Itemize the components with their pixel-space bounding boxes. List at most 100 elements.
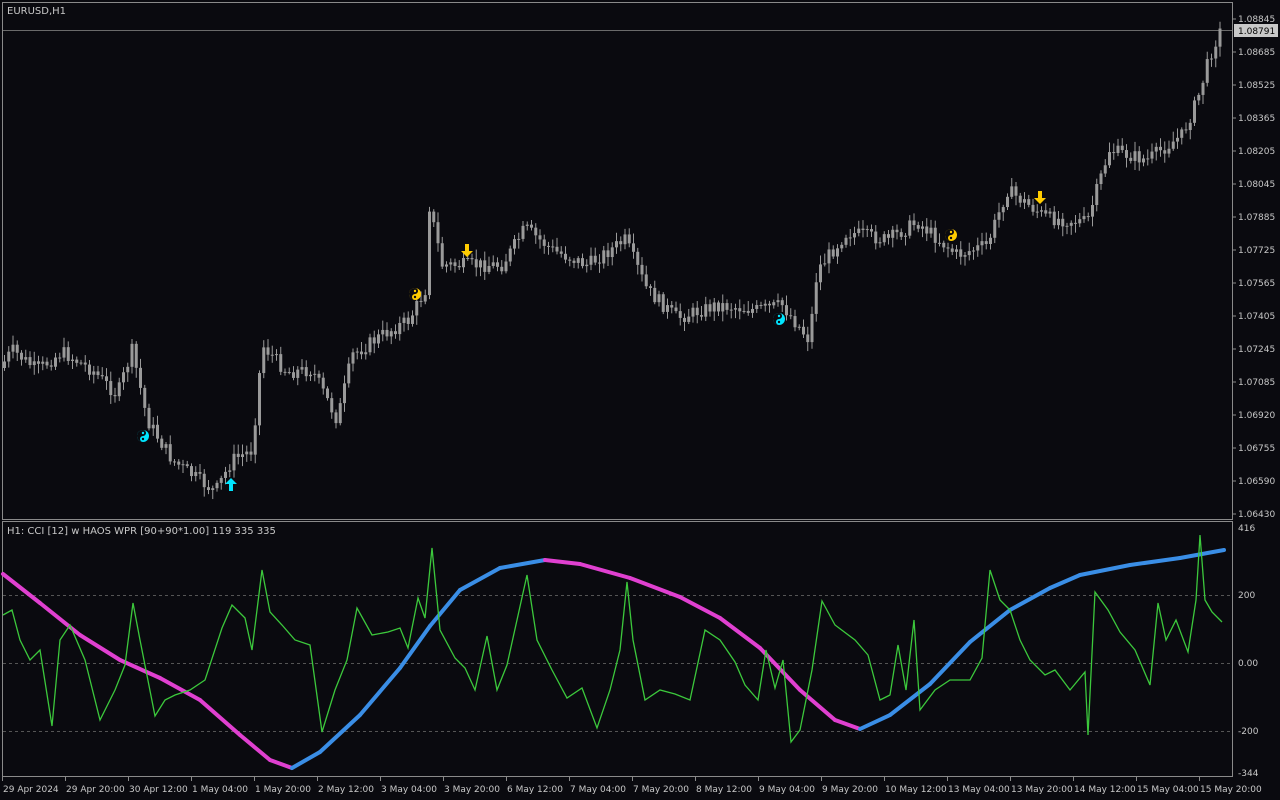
candle-body bbox=[912, 220, 916, 226]
candle-body bbox=[7, 351, 11, 362]
candle-body bbox=[160, 438, 164, 448]
candle-body bbox=[275, 354, 278, 356]
candle-body bbox=[100, 375, 104, 377]
candle-body bbox=[606, 250, 610, 258]
price-label: 1.07565 bbox=[1238, 279, 1275, 289]
candle-body bbox=[75, 359, 79, 363]
candle-body bbox=[71, 359, 74, 361]
candle-body bbox=[394, 331, 397, 335]
candle-body bbox=[1163, 150, 1167, 154]
candle-body bbox=[1184, 129, 1188, 131]
time-label: 29 Apr 20:00 bbox=[66, 785, 125, 795]
chart-canvas[interactable]: 1.08845 1.08685 1.08525 1.08365 1.08205 1.080… bbox=[0, 0, 1280, 800]
candle-body bbox=[1218, 28, 1222, 47]
candle-body bbox=[1125, 150, 1128, 158]
candle-body bbox=[874, 231, 878, 244]
candle-body bbox=[538, 235, 542, 240]
candle-body bbox=[1210, 58, 1213, 60]
candle-body bbox=[156, 424, 159, 439]
candle-body bbox=[653, 287, 657, 303]
candle-body bbox=[674, 307, 678, 312]
candle-body bbox=[508, 248, 512, 262]
candle-body bbox=[793, 316, 797, 328]
candle-body bbox=[619, 241, 623, 245]
candle-body bbox=[1188, 122, 1192, 131]
time-label: 7 May 04:00 bbox=[570, 785, 626, 795]
candle-body bbox=[1031, 204, 1035, 212]
candle-body bbox=[500, 266, 504, 272]
candle-body bbox=[313, 373, 317, 375]
time-label: 2 May 12:00 bbox=[318, 785, 374, 795]
candle-body bbox=[585, 264, 589, 267]
candle-body bbox=[691, 307, 695, 317]
candle-body bbox=[236, 453, 240, 457]
candle-body bbox=[1006, 196, 1009, 208]
candle-body bbox=[976, 245, 980, 251]
candle-body bbox=[211, 488, 215, 491]
candle-body bbox=[797, 326, 801, 328]
candle-body bbox=[1044, 210, 1048, 214]
candle-body bbox=[326, 388, 329, 399]
candle-body bbox=[840, 244, 844, 249]
candle-body bbox=[938, 242, 941, 244]
candle-body bbox=[772, 302, 776, 306]
candle-body bbox=[411, 315, 414, 324]
candle-body bbox=[449, 262, 453, 265]
level-label: 0.00 bbox=[1238, 659, 1258, 669]
time-axis: 29 Apr 2024 29 Apr 20:00 30 Apr 12:00 1 May… bbox=[2, 777, 1262, 795]
candle-body bbox=[551, 246, 555, 248]
candle-body bbox=[921, 226, 924, 229]
candle-body bbox=[1205, 59, 1209, 83]
candle-body bbox=[504, 261, 508, 272]
candle-body bbox=[712, 302, 716, 312]
candle-body bbox=[262, 347, 266, 374]
candle-body bbox=[96, 371, 100, 376]
candle-body bbox=[870, 229, 873, 232]
candle-body bbox=[122, 372, 125, 383]
candle-body bbox=[683, 317, 686, 322]
candle-body bbox=[759, 305, 763, 307]
candle-body bbox=[993, 219, 997, 238]
candle-body bbox=[483, 260, 487, 272]
candle-body bbox=[377, 334, 380, 344]
candle-body bbox=[657, 294, 661, 303]
candle-body bbox=[228, 470, 232, 472]
candle-body bbox=[997, 212, 1001, 220]
candle-body bbox=[453, 262, 457, 266]
candle-body bbox=[428, 211, 431, 296]
candle-body bbox=[330, 398, 334, 413]
candle-body bbox=[249, 451, 253, 455]
candle-body bbox=[1048, 211, 1052, 214]
candle-body bbox=[542, 239, 546, 246]
candle-body bbox=[763, 303, 767, 306]
candle-body bbox=[3, 361, 6, 368]
candle-body bbox=[364, 352, 368, 355]
candle-body bbox=[967, 251, 971, 256]
candle-body bbox=[215, 482, 219, 489]
candle-body bbox=[466, 258, 470, 260]
candle-body bbox=[1061, 218, 1065, 227]
candle-body bbox=[496, 262, 499, 267]
candle-body bbox=[1069, 222, 1073, 226]
price-label: 1.07245 bbox=[1238, 345, 1275, 355]
candle-body bbox=[598, 262, 601, 264]
candle-body bbox=[1086, 216, 1090, 218]
candle-body bbox=[415, 300, 419, 316]
candle-body bbox=[1171, 141, 1175, 149]
candle-body bbox=[11, 344, 15, 352]
candle-body bbox=[857, 228, 861, 234]
candle-body bbox=[980, 241, 984, 246]
candle-body bbox=[530, 224, 533, 228]
candle-body bbox=[457, 265, 461, 268]
candle-body bbox=[15, 344, 19, 353]
candle-body bbox=[423, 295, 427, 302]
candle-body bbox=[296, 369, 300, 378]
candle-body bbox=[440, 243, 444, 267]
candle-body bbox=[372, 337, 376, 344]
candle-body bbox=[636, 251, 640, 265]
candle-body bbox=[351, 352, 355, 364]
candle-body bbox=[615, 241, 618, 248]
candle-body bbox=[610, 247, 614, 258]
candle-body bbox=[1010, 186, 1014, 197]
candle-body bbox=[45, 361, 49, 366]
